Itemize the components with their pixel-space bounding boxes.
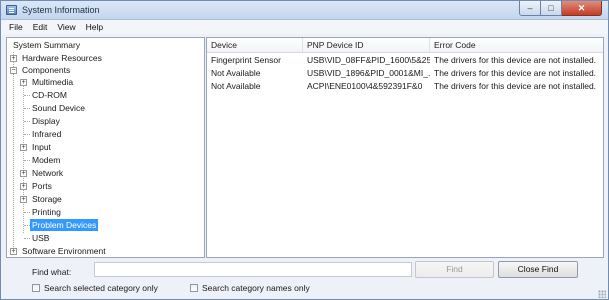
list-header: Device PNP Device ID Error Code [207,38,603,53]
tree-item-hardware-resources[interactable]: + Hardware Resources [10,52,104,64]
collapse-icon[interactable]: − [10,66,17,74]
expand-icon[interactable]: + [20,169,27,177]
cell-device: Not Available [211,81,261,91]
table-row[interactable]: Fingerprint Sensor USB\VID_08FF&PID_1600… [207,54,603,67]
system-information-icon [6,5,17,15]
tree-item-label: Ports [32,181,52,191]
tree-connector [24,160,30,161]
find-panel: Find what: Find Close Find Search select… [1,260,608,300]
cell-pnp-device-id: USB\VID_1896&PID_0001&MI_... [307,68,430,78]
find-button[interactable]: Find [415,261,494,278]
tree-item-system-summary[interactable]: System Summary [11,39,82,51]
tree-item-label: Hardware Resources [22,53,102,63]
tree-item-label: Network [32,168,64,178]
column-header-device[interactable]: Device [207,38,303,53]
close-find-button[interactable]: Close Find [498,261,578,278]
tree-item-label: Components [22,65,71,75]
tree-item-ports[interactable]: + Ports [20,180,54,192]
tree-item-label: CD-ROM [32,90,67,100]
checkbox-label: Search category names only [202,283,310,293]
expand-icon[interactable]: + [20,78,27,86]
tree-item-label: Multimedia [32,77,74,87]
checkbox-label: Search selected category only [44,283,158,293]
tree-item-label: Sound Device [32,103,85,113]
tree-item-label: USB [32,233,50,243]
tree-connector [13,52,14,247]
expand-icon[interactable]: + [20,143,27,151]
close-button[interactable]: ✕ [562,1,602,16]
details-list[interactable]: Device PNP Device ID Error Code Fingerpr… [206,37,604,258]
cell-pnp-device-id: ACPI\ENE0100\4&592391F&0 [307,81,423,91]
tree-connector [24,95,30,96]
menu-edit[interactable]: Edit [29,22,54,32]
tree-item-label: Problem Devices [30,219,99,231]
tree-connector [24,212,30,213]
expand-icon[interactable]: + [20,195,27,203]
tree-item-storage[interactable]: + Storage [20,193,64,205]
expand-icon[interactable]: + [20,182,27,190]
tree-connector [24,121,30,122]
tree-item-software-environment[interactable]: + Software Environment [10,245,108,257]
tree-item-infrared[interactable]: Infrared [24,128,63,140]
maximize-button[interactable]: □ [541,1,562,16]
tree-item-label: Input [32,142,51,152]
tree-item-label: Display [32,116,60,126]
tree-item-label: Storage [32,194,62,204]
find-what-label: Find what: [32,267,72,277]
table-row[interactable]: Not Available USB\VID_1896&PID_0001&MI_.… [207,67,603,80]
checkbox-box[interactable] [32,284,40,292]
column-header-error-code[interactable]: Error Code [430,38,603,53]
tree-item-display[interactable]: Display [24,115,62,127]
tree-item-label: Modem [32,155,61,165]
cell-device: Fingerprint Sensor [211,55,281,65]
window-controls: ‒ □ ✕ [519,1,602,17]
tree-item-printing[interactable]: Printing [24,206,63,218]
expand-icon[interactable]: + [10,247,17,255]
tree-item-problem-devices[interactable]: Problem Devices [24,219,99,231]
menu-bar: File Edit View Help [1,20,608,34]
search-selected-category-checkbox[interactable]: Search selected category only [32,283,158,293]
tree-connector [24,225,30,226]
title-bar[interactable]: System Information ‒ □ ✕ [1,1,608,20]
checkbox-box[interactable] [190,284,198,292]
tree-connector [24,134,30,135]
menu-help[interactable]: Help [82,22,109,32]
cell-device: Not Available [211,68,261,78]
resize-grip-icon[interactable] [598,290,606,298]
tree-item-modem[interactable]: Modem [24,154,62,166]
cell-error-code: The drivers for this device are not inst… [434,55,597,65]
tree-item-sound-device[interactable]: Sound Device [24,102,87,114]
find-what-input[interactable] [94,262,412,277]
system-information-window: System Information ‒ □ ✕ File Edit View … [0,0,609,300]
tree-connector [24,238,30,239]
tree-item-usb[interactable]: USB [24,232,51,244]
cell-pnp-device-id: USB\VID_08FF&PID_1600\5&25... [307,55,430,65]
tree-item-multimedia[interactable]: + Multimedia [20,76,75,88]
tree-item-label: Software Environment [22,246,106,256]
window-title: System Information [22,5,100,15]
column-header-pnp-device-id[interactable]: PNP Device ID [303,38,430,53]
tree-connector [24,108,30,109]
menu-file[interactable]: File [5,22,29,32]
cell-error-code: The drivers for this device are not inst… [434,68,597,78]
tree-item-network[interactable]: + Network [20,167,65,179]
tree-connector [23,83,24,233]
expand-icon[interactable]: + [10,54,17,62]
category-tree[interactable]: System Summary + Hardware Resources − Co… [6,37,205,258]
menu-view[interactable]: View [53,22,81,32]
tree-item-label: Infrared [32,129,62,139]
tree-item-input[interactable]: + Input [20,141,53,153]
tree-item-label: System Summary [13,40,81,50]
search-category-names-checkbox[interactable]: Search category names only [190,283,310,293]
minimize-button[interactable]: ‒ [519,1,541,16]
cell-error-code: The drivers for this device are not inst… [434,81,597,91]
tree-item-cd-rom[interactable]: CD-ROM [24,89,69,101]
tree-item-label: Printing [32,207,61,217]
table-row[interactable]: Not Available ACPI\ENE0100\4&592391F&0 T… [207,80,603,93]
tree-item-components[interactable]: − Components [10,64,72,76]
